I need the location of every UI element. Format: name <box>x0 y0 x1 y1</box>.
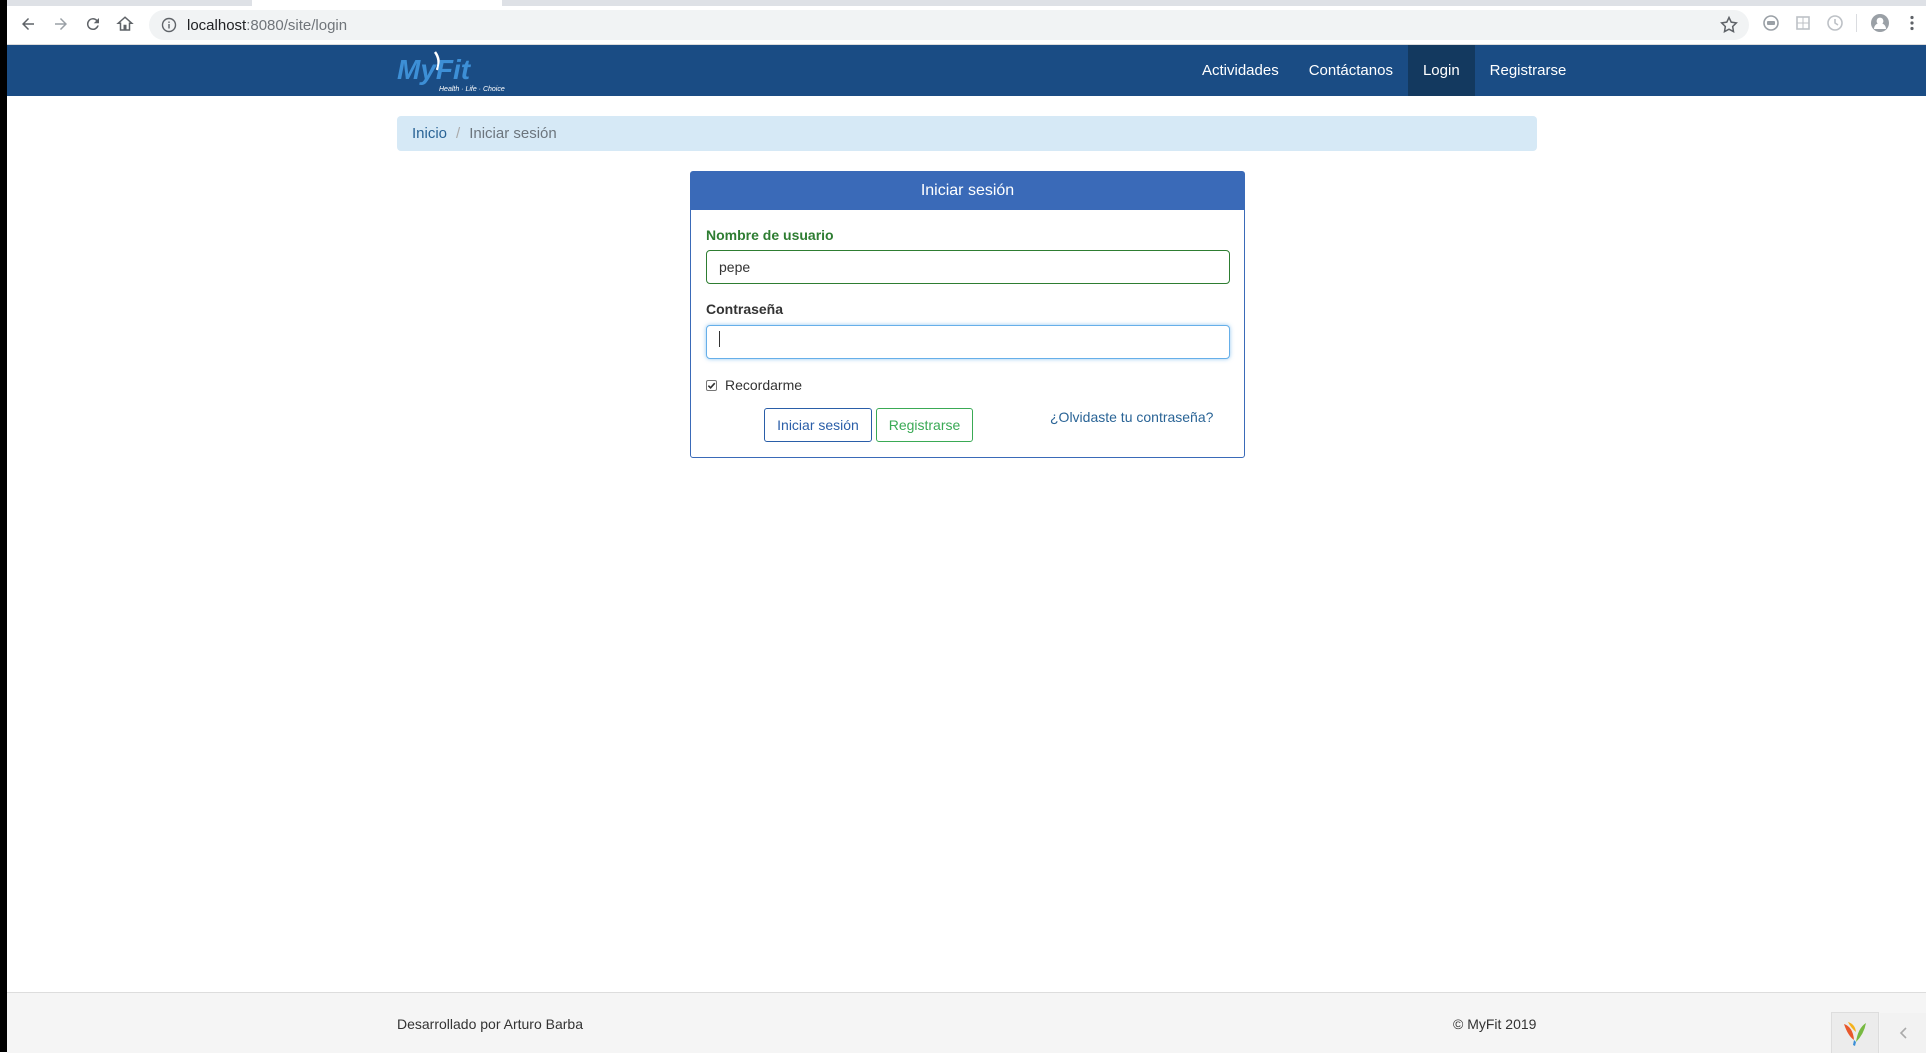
debug-toolbar-logo[interactable] <box>1831 1012 1879 1053</box>
nav-item-login[interactable]: Login <box>1407 45 1475 96</box>
username-label: Nombre de usuario <box>706 227 834 243</box>
yii-logo-icon <box>1844 1022 1866 1046</box>
url-path: :8080/site/login <box>246 17 348 34</box>
text-cursor <box>719 331 720 347</box>
back-button[interactable] <box>16 12 40 36</box>
reload-button[interactable] <box>81 12 105 36</box>
arrow-left-icon <box>22 18 34 30</box>
site-footer: Desarrollado por Arturo Barba © MyFit 20… <box>7 992 1926 1053</box>
login-panel-title: Iniciar sesión <box>691 172 1244 210</box>
browser-toolbar: localhost:8080/site/login <box>7 0 1926 45</box>
nav-item-registrarse[interactable]: Registrarse <box>1475 45 1582 96</box>
reload-icon <box>86 18 99 31</box>
profile-avatar-icon[interactable] <box>1870 13 1890 33</box>
nav-menu: Actividades Contáctanos Login Registrars… <box>1187 45 1581 96</box>
breadcrumb: Inicio / Iniciar sesión <box>397 116 1537 151</box>
home-icon <box>116 16 134 31</box>
forward-button[interactable] <box>49 12 73 36</box>
breadcrumb-current: Iniciar sesión <box>469 125 557 142</box>
debug-toolbar-toggle[interactable] <box>1880 1013 1926 1053</box>
url-text[interactable]: localhost:8080/site/login <box>187 17 347 34</box>
remember-me-label: Recordarme <box>725 377 803 393</box>
active-tab[interactable] <box>252 0 502 6</box>
info-icon[interactable] <box>161 17 177 33</box>
toolbar-divider <box>1856 14 1857 32</box>
login-panel: Iniciar sesión Nombre de usuario Contras… <box>690 171 1245 458</box>
check-icon <box>707 382 716 389</box>
nav-item-actividades[interactable]: Actividades <box>1187 45 1294 96</box>
breadcrumb-separator: / <box>456 125 461 142</box>
password-label: Contraseña <box>706 301 784 317</box>
remember-me-checkbox[interactable] <box>706 379 717 391</box>
arrow-right-icon <box>55 18 67 30</box>
address-bar[interactable]: localhost:8080/site/login <box>149 10 1749 40</box>
password-input[interactable] <box>706 325 1230 359</box>
left-edge <box>0 0 7 1052</box>
svg-text:MyFit: MyFit <box>397 54 472 85</box>
home-button[interactable] <box>113 12 137 36</box>
url-host: localhost <box>187 17 247 34</box>
login-submit-button[interactable]: Iniciar sesión <box>764 408 872 442</box>
tab-strip <box>7 0 1926 6</box>
chevron-left-icon <box>1899 1027 1907 1039</box>
footer-copyright: © MyFit 2019 <box>1453 1016 1537 1032</box>
svg-text:Health · Life · Choice: Health · Life · Choice <box>439 86 505 93</box>
register-button[interactable]: Registrarse <box>876 408 973 442</box>
footer-credit: Desarrollado por Arturo Barba <box>397 1016 583 1032</box>
breadcrumb-home-link[interactable]: Inicio <box>412 125 447 142</box>
bookmark-star-icon[interactable] <box>1719 15 1739 35</box>
forgot-password-link[interactable]: ¿Olvidaste tu contraseña? <box>1050 409 1213 425</box>
username-input[interactable] <box>706 250 1230 284</box>
more-menu-icon[interactable] <box>1903 14 1921 32</box>
brand-logo[interactable]: MyFit Health · Life · Choice <box>397 48 517 94</box>
extension-icon[interactable] <box>1826 14 1844 32</box>
extension-icon[interactable] <box>1794 14 1812 32</box>
nav-item-contactanos[interactable]: Contáctanos <box>1294 45 1408 96</box>
remember-me-row[interactable]: Recordarme <box>706 377 802 393</box>
myfit-logo-icon: MyFit Health · Life · Choice <box>397 51 505 93</box>
extension-icon[interactable] <box>1762 14 1780 32</box>
site-navbar: MyFit Health · Life · Choice Actividades… <box>7 45 1926 96</box>
